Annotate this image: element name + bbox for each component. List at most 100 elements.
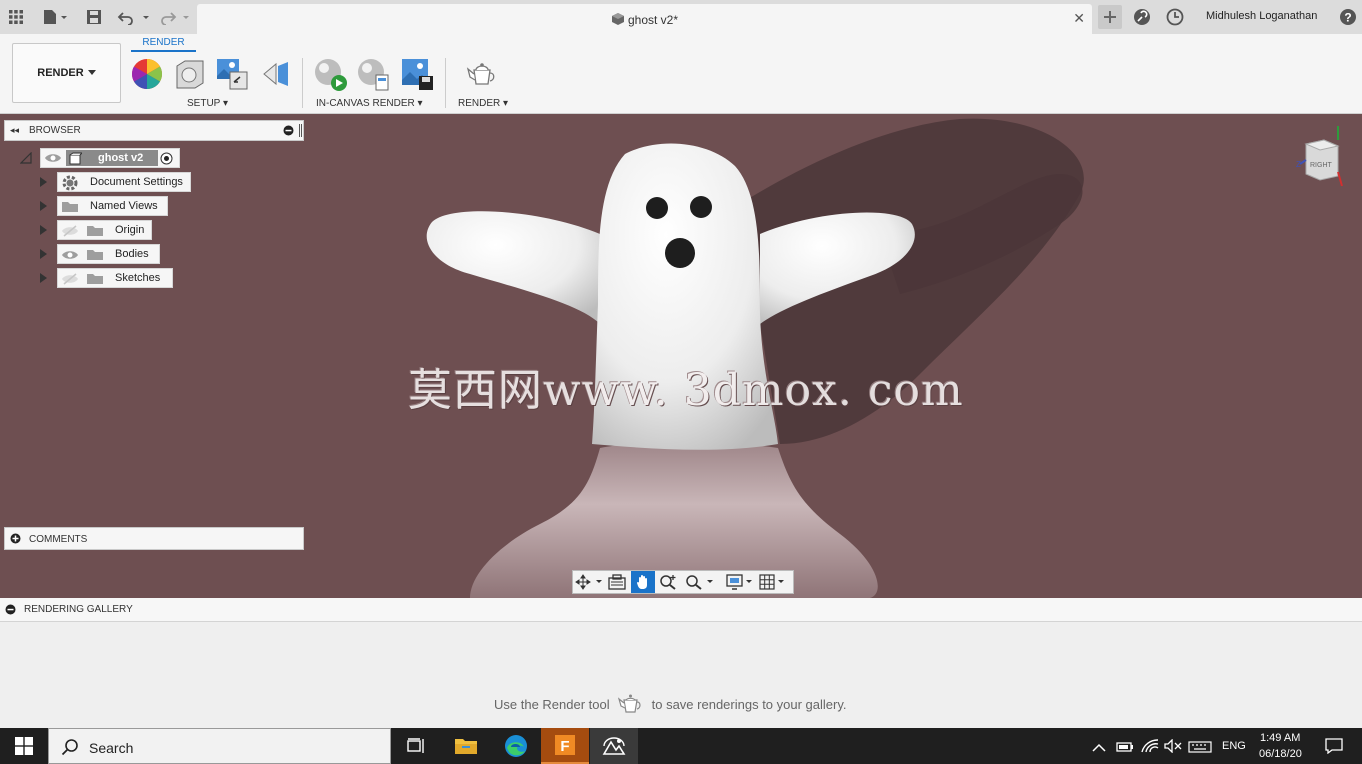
svg-text:?: ? [1344, 11, 1351, 25]
in-canvas-render-icon[interactable] [314, 58, 347, 91]
close-tab-icon[interactable]: ✕ [1073, 10, 1085, 27]
rendering-gallery-header[interactable]: RENDERING GALLERY [0, 598, 1362, 622]
tree-item-bodies[interactable]: Bodies [57, 244, 160, 264]
svg-text:F: F [560, 738, 569, 755]
tree-root-label: ghost v2 [98, 152, 144, 164]
watermark-text: 莫西网www. 3dmox. com [408, 365, 964, 416]
render-teapot-icon[interactable] [466, 58, 498, 90]
expand-arrow-icon[interactable] [40, 201, 47, 211]
expand-arrow-icon[interactable] [40, 225, 47, 235]
caret-down-icon [87, 70, 96, 75]
tree-root-ghost-v2[interactable]: ghost v2 [40, 148, 180, 168]
clock-time[interactable]: 1:49 AM [1260, 732, 1300, 744]
user-name[interactable]: Midhulesh Loganathan [1206, 10, 1317, 22]
component-cube-icon [68, 152, 84, 168]
document-tab[interactable]: ghost v2* ✕ [197, 4, 1092, 34]
file-menu-icon[interactable] [40, 7, 70, 27]
browser-panel-header[interactable]: ◂◂ BROWSER [4, 120, 304, 141]
search-placeholder: Search [89, 740, 134, 756]
help-icon[interactable]: ? [1338, 7, 1358, 27]
display-settings-icon[interactable] [726, 574, 754, 595]
fusion360-taskbar-icon[interactable]: F [541, 728, 589, 764]
tree-item-sketches[interactable]: Sketches [57, 268, 173, 288]
volume-muted-icon[interactable] [1164, 738, 1182, 758]
windows-start-icon[interactable] [0, 728, 48, 764]
expand-arrow-icon[interactable] [40, 249, 47, 259]
canvas-viewport[interactable]: 莫西网www. 3dmox. com RIGHT Z [0, 114, 1362, 598]
tree-item-document-settings[interactable]: Document Settings [57, 172, 191, 192]
setup-group-label[interactable]: SETUP ▾ [187, 98, 228, 109]
activate-radio-icon[interactable] [160, 152, 173, 168]
ribbon-separator [302, 58, 303, 108]
tree-item-label: Bodies [115, 248, 149, 260]
notifications-icon[interactable] [1325, 738, 1343, 759]
visibility-eye-icon[interactable] [44, 152, 62, 167]
view-cube[interactable]: RIGHT Z [1296, 126, 1346, 187]
clock-date[interactable]: 06/18/20 [1259, 748, 1302, 760]
decal-icon[interactable] [260, 58, 292, 90]
redo-icon[interactable] [158, 7, 194, 27]
collapse-minus-icon[interactable] [5, 604, 16, 618]
edge-browser-icon[interactable] [492, 728, 540, 764]
comments-title: COMMENTS [29, 534, 88, 545]
expand-arrow-icon[interactable] [40, 177, 47, 187]
expand-plus-icon[interactable] [10, 533, 21, 547]
render-settings-icon[interactable] [357, 58, 389, 91]
undo-icon[interactable] [116, 7, 152, 27]
in-canvas-render-group-label[interactable]: IN-CANVAS RENDER ▾ [316, 98, 423, 109]
panel-resize-handle[interactable] [299, 124, 302, 137]
expand-arrow-icon[interactable] [40, 273, 47, 283]
view-cube-face[interactable]: RIGHT [1310, 162, 1332, 169]
document-tab-title: ghost v2* [197, 12, 1092, 27]
hidden-eye-icon[interactable] [61, 273, 79, 288]
render-group-label[interactable]: RENDER ▾ [458, 98, 508, 109]
cube-doc-icon [611, 13, 624, 25]
save-icon[interactable] [84, 7, 104, 27]
appearance-icon[interactable] [131, 58, 163, 90]
tree-collapse-root-icon[interactable] [19, 151, 32, 169]
title-bar: ghost v2* ✕ Midhulesh Loganathan ? [0, 0, 1362, 34]
orbit-icon[interactable] [575, 574, 603, 595]
tree-item-origin[interactable]: Origin [57, 220, 152, 240]
texture-map-icon[interactable] [216, 58, 248, 90]
battery-icon[interactable] [1116, 740, 1134, 758]
tray-chevron-icon[interactable] [1092, 740, 1106, 758]
keyboard-icon[interactable] [1188, 740, 1212, 758]
scene-settings-icon[interactable] [174, 58, 206, 90]
tab-render[interactable]: RENDER [131, 37, 196, 52]
photos-app-icon[interactable] [590, 728, 638, 764]
capture-image-icon[interactable] [401, 58, 433, 90]
folder-icon [86, 248, 104, 264]
workspace-switcher[interactable]: RENDER [12, 43, 121, 103]
folder-icon [86, 224, 104, 240]
new-tab-icon[interactable] [1098, 5, 1122, 29]
app-grid-icon[interactable] [6, 7, 26, 27]
zoom-fit-icon[interactable] [685, 574, 715, 595]
zoom-window-icon[interactable] [659, 574, 677, 595]
hidden-eye-icon[interactable] [61, 225, 79, 240]
tree-item-label: Document Settings [90, 176, 183, 188]
tree-item-named-views[interactable]: Named Views [57, 196, 168, 216]
clock-icon[interactable] [1165, 7, 1185, 27]
pan-hand-icon[interactable] [631, 571, 655, 593]
gear-icon [61, 174, 79, 195]
look-at-icon[interactable] [608, 574, 626, 595]
task-view-icon[interactable] [392, 728, 440, 764]
axis-z-label: Z [1296, 160, 1301, 169]
folder-icon [86, 272, 104, 288]
tree-item-label: Named Views [90, 200, 158, 212]
rendering-gallery-title: RENDERING GALLERY [24, 604, 133, 615]
gallery-empty-message: Use the Render tool to save renderings t… [494, 692, 847, 717]
file-explorer-icon[interactable] [442, 728, 490, 764]
grid-settings-icon[interactable] [759, 574, 787, 595]
tree-item-label: Sketches [115, 272, 161, 284]
wifi-icon[interactable] [1141, 739, 1159, 758]
minimize-panel-icon[interactable] [283, 125, 294, 139]
visibility-eye-icon[interactable] [61, 249, 79, 264]
language-indicator[interactable]: ENG [1222, 740, 1246, 752]
taskbar-search-box[interactable]: Search [48, 728, 391, 764]
collapse-browser-icon[interactable]: ◂◂ [10, 125, 19, 136]
job-status-icon[interactable] [1132, 7, 1152, 27]
comments-panel-header[interactable]: COMMENTS [4, 527, 304, 550]
render-teapot-icon [617, 692, 644, 717]
